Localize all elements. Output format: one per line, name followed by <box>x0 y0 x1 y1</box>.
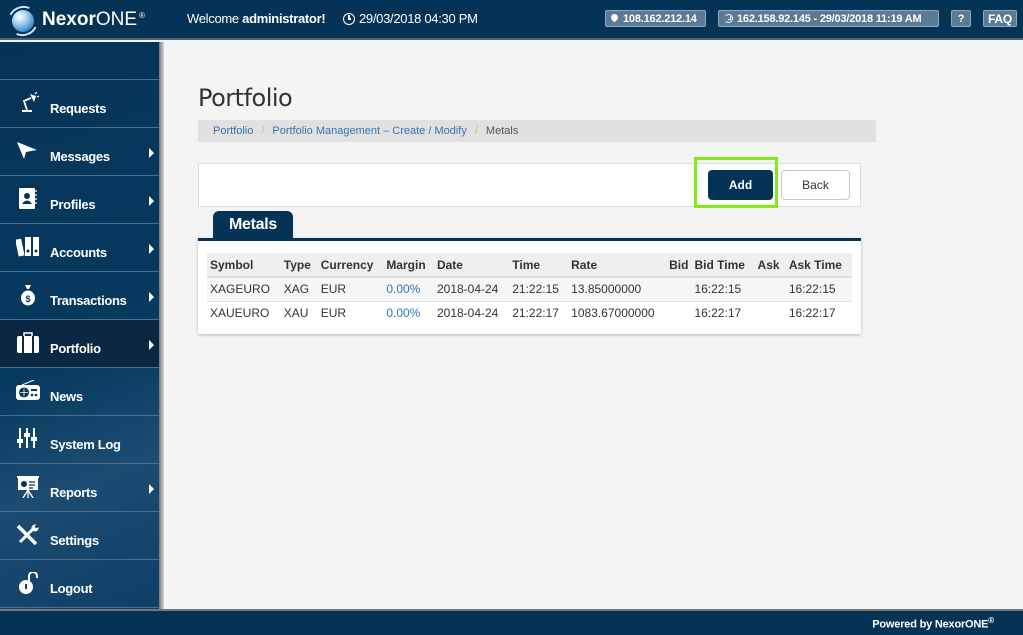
ip-address-badge: 108.162.212.14 <box>605 10 706 27</box>
sidebar-item-logout[interactable]: Logout <box>0 560 159 608</box>
cell-time: 21:22:15 <box>509 277 569 302</box>
chevron-right-icon <box>149 484 154 494</box>
metals-panel: Symbol Type Currency Margin Date Time Ra… <box>198 238 861 334</box>
cell-bid <box>663 301 692 325</box>
breadcrumb-portfolio[interactable]: Portfolio <box>213 125 253 137</box>
sidebar-item-requests[interactable]: Requests <box>0 80 159 128</box>
desk-lamp-icon <box>22 92 40 112</box>
sidebar-item-settings[interactable]: Settings <box>0 512 159 560</box>
cell-rate: 13.85000000 <box>568 277 664 302</box>
cell-ask <box>754 277 786 302</box>
cell-symbol: XAGEURO <box>207 277 281 302</box>
table-row[interactable]: XAGEURO XAG EUR 0.00% 2018-04-24 21:22:1… <box>207 277 852 302</box>
chevron-right-icon <box>149 244 154 254</box>
page-title: Portfolio <box>198 84 293 112</box>
cell-time: 21:22:17 <box>509 301 569 325</box>
top-bar: NexorONE ® Welcome administrator! 29/03/2… <box>0 0 1023 41</box>
cell-margin[interactable]: 0.00% <box>383 277 434 302</box>
column-header-date[interactable]: Date <box>433 253 510 278</box>
cell-date: 2018-04-24 <box>433 301 510 325</box>
chevron-right-icon <box>149 340 154 350</box>
chevron-right-icon <box>149 196 154 206</box>
chevron-right-icon <box>149 148 154 158</box>
username: administrator! <box>242 11 326 26</box>
address-book-icon <box>19 188 37 209</box>
radio-icon <box>16 380 40 400</box>
unlock-icon <box>19 572 38 594</box>
binders-icon <box>16 237 39 257</box>
cell-currency: EUR <box>317 277 384 302</box>
cell-ask-time: 16:22:15 <box>785 277 852 302</box>
cell-type: XAG <box>280 277 318 302</box>
column-header-time[interactable]: Time <box>509 253 569 278</box>
cell-symbol: XAUEURO <box>207 301 281 325</box>
powered-by-text: Powered by NexorONE® <box>872 616 994 631</box>
svg-text:$: $ <box>25 294 30 304</box>
cell-type: XAU <box>280 301 318 325</box>
cell-margin[interactable]: 0.00% <box>383 301 434 325</box>
help-button[interactable]: ? <box>951 10 971 27</box>
briefcase-icon <box>17 332 39 353</box>
cell-date: 2018-04-24 <box>433 277 510 302</box>
column-header-bid[interactable]: Bid <box>663 253 692 278</box>
breadcrumb-portfolio-management[interactable]: Portfolio Management – Create / Modify <box>272 125 466 137</box>
chevron-right-icon <box>149 292 154 302</box>
column-header-bid-time[interactable]: Bid Time <box>691 253 755 278</box>
breadcrumb: Portfolio / Portfolio Management – Creat… <box>198 120 876 142</box>
presentation-icon <box>17 476 39 498</box>
sidebar-item-news[interactable]: News <box>0 368 159 416</box>
globe-icon <box>4 1 42 41</box>
last-login-badge: 162.158.92.145 - 29/03/2018 11:19 AM <box>718 10 939 27</box>
column-header-rate[interactable]: Rate <box>568 253 664 278</box>
sidebar: Requests Messages Profiles Accounts $ Tr… <box>0 42 164 609</box>
sidebar-item-messages[interactable]: Messages <box>0 128 159 176</box>
current-datetime: 29/03/2018 04:30 PM <box>343 11 478 26</box>
tools-icon <box>16 524 39 546</box>
back-button[interactable]: Back <box>781 170 850 200</box>
cell-bid <box>663 277 692 302</box>
cell-bid-time: 16:22:15 <box>691 277 755 302</box>
map-pin-icon <box>609 12 620 23</box>
cell-ask-time: 16:22:17 <box>785 301 852 325</box>
tab-metals[interactable]: Metals <box>213 211 293 238</box>
sidebar-item-portfolio[interactable]: Portfolio <box>0 320 159 368</box>
breadcrumb-separator: / <box>474 125 478 137</box>
sidebar-item-reports[interactable]: Reports <box>0 464 159 512</box>
cell-rate: 1083.67000000 <box>568 301 664 325</box>
cell-bid-time: 16:22:17 <box>691 301 755 325</box>
brand-name: NexorONE ® <box>42 9 145 30</box>
table-row[interactable]: XAUEURO XAU EUR 0.00% 2018-04-24 21:22:1… <box>207 301 852 325</box>
sidebar-item-accounts[interactable]: Accounts <box>0 224 159 272</box>
add-button[interactable]: Add <box>708 170 773 200</box>
footer: Powered by NexorONE® <box>0 609 1023 635</box>
money-bag-icon: $ <box>21 285 35 306</box>
column-header-symbol[interactable]: Symbol <box>207 253 281 278</box>
column-header-margin[interactable]: Margin <box>383 253 434 278</box>
column-header-ask-time[interactable]: Ask Time <box>785 253 852 278</box>
sidebar-item-transactions[interactable]: $ Transactions <box>0 272 159 320</box>
sidebar-item-system-log[interactable]: System Log <box>0 416 159 464</box>
welcome-message: Welcome administrator! <box>187 11 326 26</box>
cell-currency: EUR <box>317 301 384 325</box>
table-header-row: Symbol Type Currency Margin Date Time Ra… <box>207 253 852 278</box>
breadcrumb-current: Metals <box>485 125 519 137</box>
faq-button[interactable]: FAQ <box>983 10 1017 27</box>
history-icon <box>724 14 733 23</box>
sliders-icon <box>17 428 37 448</box>
breadcrumb-separator: / <box>261 125 265 137</box>
column-header-ask[interactable]: Ask <box>754 253 786 278</box>
clock-icon <box>343 12 355 25</box>
metals-table: Symbol Type Currency Margin Date Time Ra… <box>207 253 852 325</box>
brand-logo[interactable]: NexorONE ® <box>4 1 145 41</box>
column-header-type[interactable]: Type <box>280 253 318 278</box>
cell-ask <box>754 301 786 325</box>
paper-plane-icon <box>17 142 37 159</box>
sidebar-item-profiles[interactable]: Profiles <box>0 176 159 224</box>
column-header-currency[interactable]: Currency <box>317 253 384 278</box>
